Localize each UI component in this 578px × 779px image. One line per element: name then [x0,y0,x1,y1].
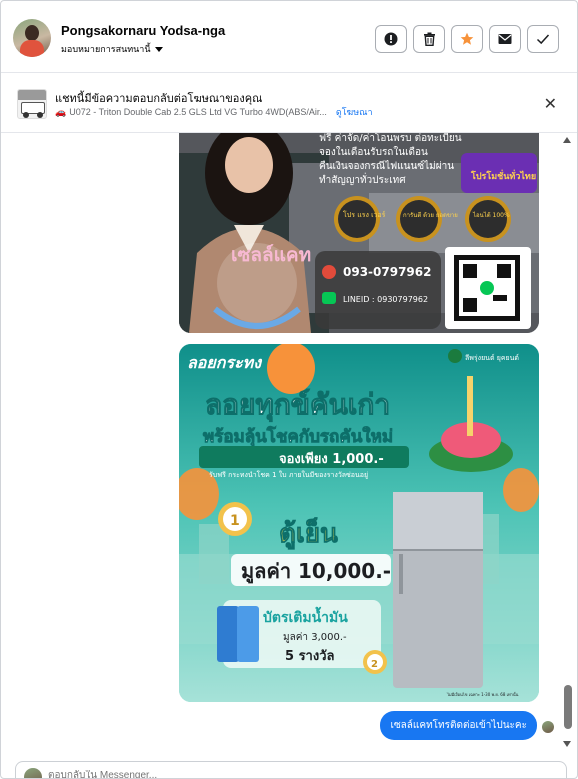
star-icon [460,32,474,45]
booking-price: จองเพียง 1,000.- [279,451,384,467]
promo-image-loykrathong-art: ลีพรุ่งยนต์ ยุคยนต์ ลอยกระทง ลอยทุกข์คัน… [179,344,539,702]
promo-image-sales-art: เซลล์แคท ฟรี ค่าจัด/ค่าโอนพรบ ต่อทะเบียน… [179,133,539,333]
prize1-value: มูลค่า 10,000.- [241,559,391,585]
ad-listing-name: U072 - Triton Double Cab 2.5 GLS Ltd VG … [69,107,327,117]
rank-badge-1: 1 [230,513,240,529]
promo-line-4: ทำสัญญาทั่วประเทศ [319,172,406,186]
check-icon [536,34,550,45]
ad-subtitle: 🚗 U072 - Triton Double Cab 2.5 GLS Ltd V… [55,105,373,119]
promo-line-2: จองในเดือนรับรถในเดือน [319,146,428,158]
dealer-brand: ลีพรุ่งยนต์ ยุคยนต์ [465,354,519,362]
assign-dropdown[interactable]: มอบหมายการสนทนานี้ [61,42,163,56]
reply-composer[interactable] [15,761,567,778]
phone-number: 093-0797962 [343,265,431,279]
ad-thumbnail[interactable] [17,89,47,119]
reply-input[interactable] [48,770,448,778]
headline-1: ลอยทุกข์คันเก่า [205,388,390,422]
badge-text-2: การันตี ด้วย ยอดขาย [403,211,458,219]
sales-name-text: เซลล์แคท [231,244,311,266]
scrollbar-thumb[interactable] [564,685,572,729]
header-actions [375,25,559,53]
car-icon: 🚗 [55,106,67,117]
assign-label: มอบหมายการสนทนานี้ [61,44,151,54]
promo-image-loykrathong[interactable]: ลีพรุ่งยนต์ ยุคยนต์ ลอยกระทง ลอยทุกข์คัน… [179,344,539,702]
festival-title: ลอยกระทง [187,353,262,372]
prize1-label: ตู้เย็น [279,517,338,550]
scroll-down-arrow[interactable] [563,741,571,747]
badge-text-1: โปร แรง เวอร์ [343,210,386,219]
delete-button[interactable] [413,25,445,53]
user-avatar[interactable] [13,19,51,57]
promo-image-sales[interactable]: เซลล์แคท ฟรี ค่าจัด/ค่าโอนพรบ ต่อทะเบียน… [179,133,539,333]
promo-line-3: คืนเงินจองกรณีไฟแนนซ์ไม่ผ่าน [319,160,454,172]
exclamation-icon [384,32,398,46]
star-button[interactable] [451,25,483,53]
scroll-up-arrow[interactable] [563,137,571,143]
seen-avatar [542,721,554,733]
composer-avatar [24,768,42,778]
view-ad-link[interactable]: ดูโฆษณา [336,105,373,119]
mark-unread-button[interactable] [489,25,521,53]
rank-badge-2: 2 [371,659,378,670]
prize2-count: 5 รางวัล [285,649,335,664]
conversation-header: Pongsakornaru Yodsa-nga มอบหมายการสนทนาน… [1,1,577,73]
trash-icon [423,32,435,46]
outgoing-message[interactable]: เซลล์แคทโทรติดต่อเข้าไปนะคะ [380,711,537,740]
message-list[interactable]: เซลล์แคท ฟรี ค่าจัด/ค่าโอนพรบ ต่อทะเบียน… [1,133,577,755]
user-name[interactable]: Pongsakornaru Yodsa-nga [61,23,225,38]
free-gift-note: รับฟรี กระทงนำโชค 1 ใบ ภายในมีของรางวัลซ… [209,470,368,479]
mark-done-button[interactable] [527,25,559,53]
line-id: LINEID : 0930797962 [343,295,428,304]
close-icon[interactable]: ✕ [544,94,557,114]
badge-text-3: ไอนไต้ 100% [472,211,510,219]
envelope-icon [498,34,512,44]
report-button[interactable] [375,25,407,53]
caret-down-icon [154,46,163,52]
conversation-window: Pongsakornaru Yodsa-nga มอบหมายการสนทนาน… [0,0,578,779]
prize2-value: มูลค่า 3,000.- [283,632,347,643]
headline-2: พร้อมลุ้นโชคกับรถคันใหม่ [203,426,393,447]
terms-footnote: ไม่มีเงื่อนไข เฉพาะ 1-30 พ.ย. 68 เท่านั้… [446,690,519,697]
promo-line-1: ฟรี ค่าจัด/ค่าโอนพรบ ต่อทะเบียน [319,133,462,144]
